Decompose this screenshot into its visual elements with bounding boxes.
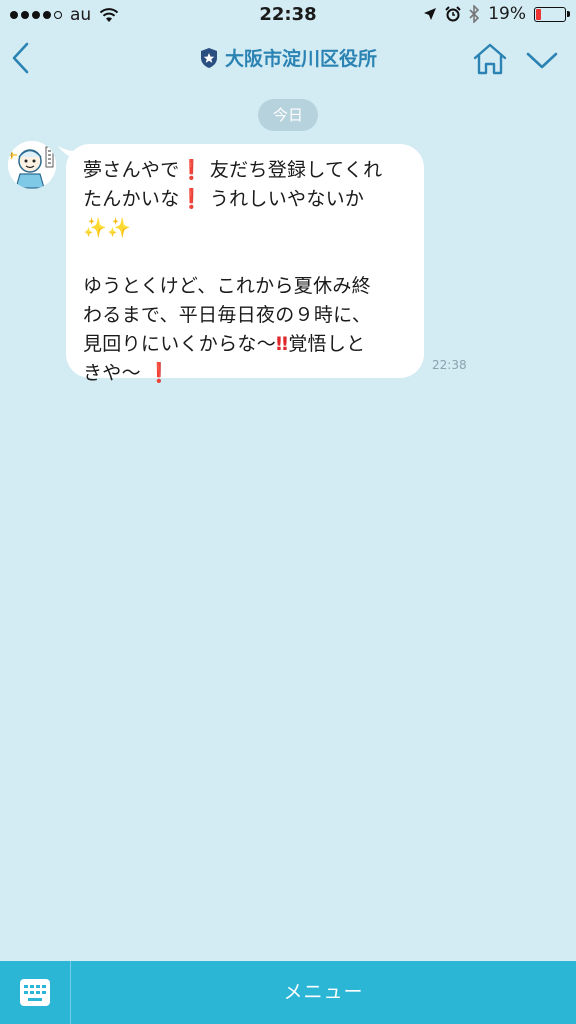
home-icon[interactable] [470, 42, 510, 76]
status-right: 19% [423, 4, 570, 24]
location-arrow-icon [424, 8, 437, 20]
menu-button[interactable]: メニュー [71, 961, 576, 1024]
message-text: わるまで、平日毎日夜の９時に、 [83, 304, 372, 326]
message-text: 夢さんやで [83, 159, 180, 181]
message-text: きや〜 [83, 362, 148, 384]
bottom-menu-bar: メニュー [0, 961, 576, 1024]
emoji-glyph: ❗ [147, 362, 172, 384]
mascot-avatar-icon [8, 141, 56, 189]
message-text: うれしいやないか [203, 188, 365, 210]
message-text: 友だち登録してくれ [203, 159, 383, 181]
chat-header: 大阪市淀川区役所 [0, 30, 576, 90]
message-text: ゆうとくけど、これから夏休み終 [83, 275, 371, 297]
emoji-glyph: ❗ [179, 159, 204, 181]
date-separator: 今日 [258, 99, 318, 131]
chevron-down-icon[interactable] [524, 46, 560, 74]
chat-title: 大阪市淀川区役所 [199, 44, 377, 71]
message-text: 覚悟しと [288, 333, 366, 355]
message-bubble[interactable]: 夢さんやで❗ 友だち登録してくれ たんかいな❗ うれしいやないか ✨✨ ゆうとくけど… [66, 144, 424, 384]
message-paragraph: 夢さんやで❗ 友だち登録してくれ たんかいな❗ うれしいやないか ✨✨ [83, 156, 410, 243]
keyboard-icon [20, 979, 50, 1006]
keyboard-toggle-button[interactable] [0, 961, 71, 1024]
message-text: 見回りにいくからな〜 [83, 333, 277, 355]
avatar[interactable] [8, 141, 56, 189]
chat-title-text: 大阪市淀川区役所 [224, 48, 377, 70]
battery-icon [534, 6, 570, 22]
alarm-clock-icon [445, 6, 461, 22]
emoji-glyph: ‼ [276, 333, 289, 355]
official-account-badge-icon [200, 47, 217, 68]
message-paragraph: ゆうとくけど、これから夏休み終 わるまで、平日毎日夜の９時に、 見回りにいくからな〜… [83, 272, 410, 388]
emoji-glyph: ✨✨ [83, 217, 131, 239]
message-text: たんかいな [83, 188, 180, 210]
emoji-glyph: ❗ [179, 188, 204, 210]
message-timestamp: 22:38 [432, 358, 467, 372]
battery-percent: 19% [488, 4, 526, 24]
status-bar: au 22:38 19% [0, 0, 576, 30]
bluetooth-icon [469, 5, 480, 23]
